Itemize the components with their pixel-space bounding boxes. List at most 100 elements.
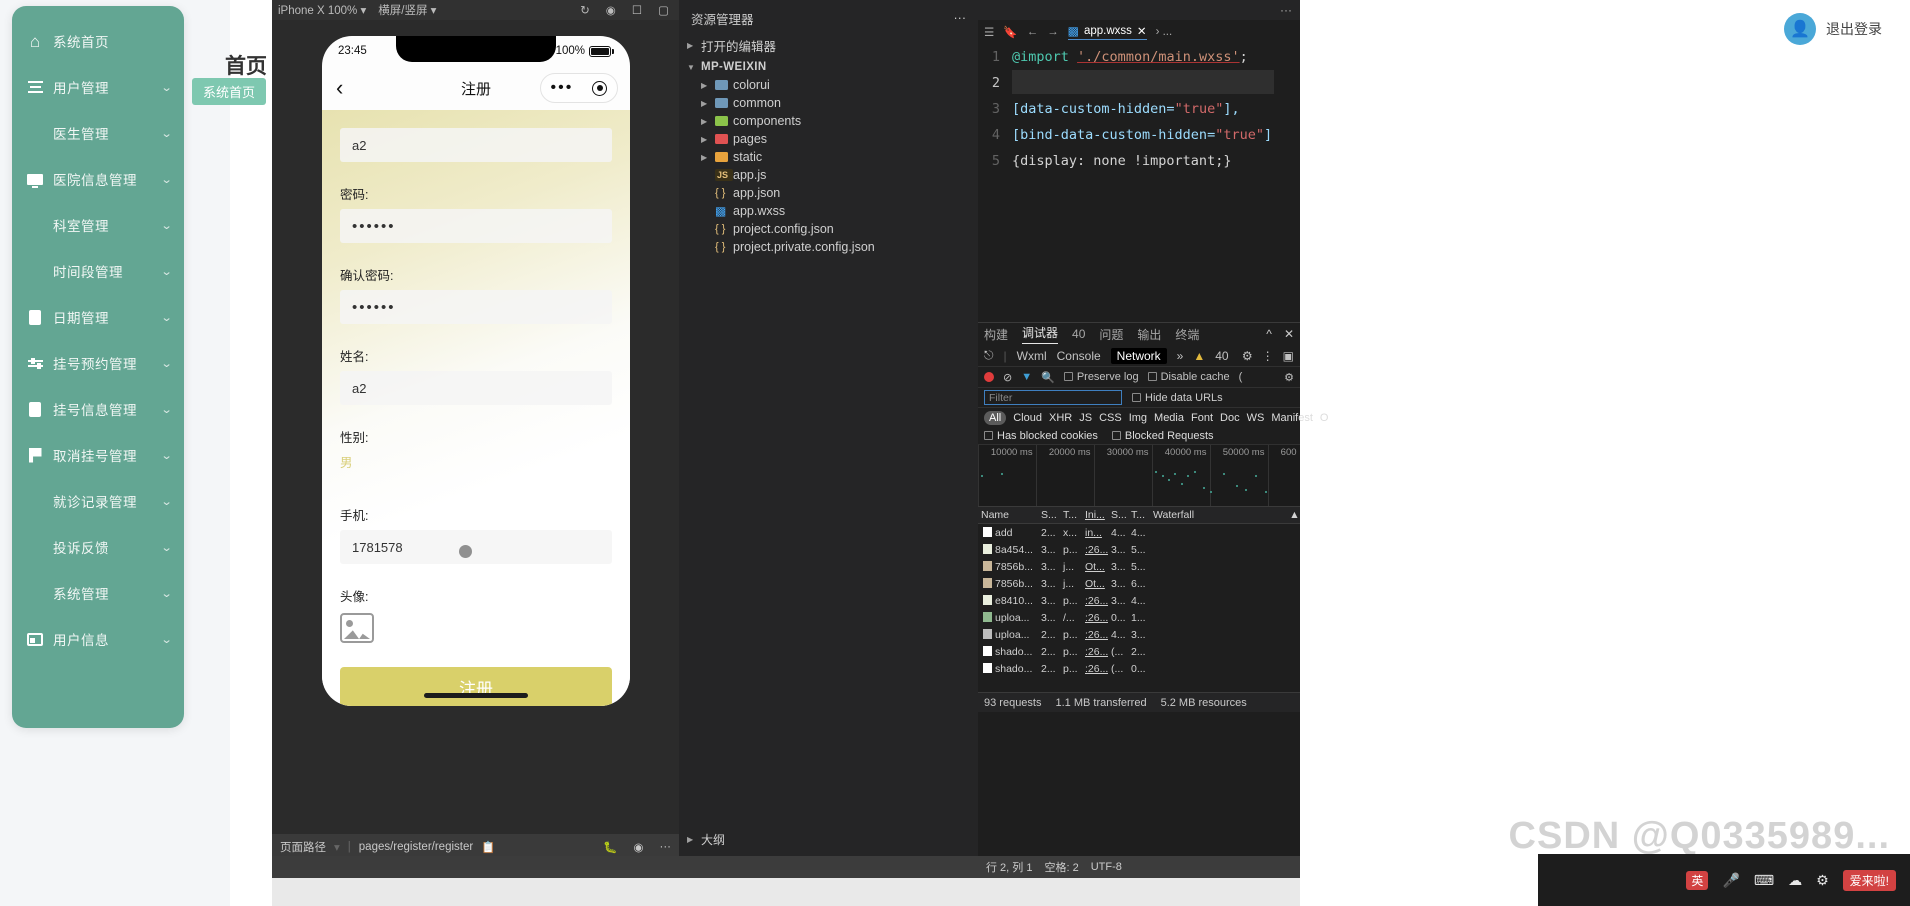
tab-network[interactable]: Network [1111,348,1167,364]
cell-initiator[interactable]: :26... [1082,595,1108,607]
table-row[interactable]: shado...2...p...:26...(...0... [978,660,1300,677]
sidebar-item-users[interactable]: 用户管理 ⌄ [12,64,184,110]
gear-icon[interactable]: ⚙ [1242,349,1253,363]
editor-encoding[interactable]: UTF-8 [1091,861,1122,873]
search-icon[interactable]: 🔍 [1041,371,1055,384]
gear-icon[interactable]: ⚙ [1284,371,1294,384]
preserve-log-checkbox[interactable]: Preserve log [1064,371,1139,383]
clock-icon[interactable]: ◉ [606,3,616,17]
close-icon[interactable]: ✕ [1137,24,1147,38]
forward-arrow-icon[interactable]: → [1047,26,1059,38]
table-row[interactable]: shado...2...p...:26...(...2... [978,643,1300,660]
device-selector[interactable]: iPhone X 100% ▾ [278,3,366,17]
column-type[interactable]: T... [1060,509,1082,521]
hide-data-urls-checkbox[interactable]: Hide data URLs [1132,392,1223,404]
editor-indentation[interactable]: 空格: 2 [1044,859,1078,875]
password-input[interactable]: •••••• [340,209,612,243]
editor-active-tab[interactable]: ▩ app.wxss ✕ [1068,24,1147,40]
more-dots-icon[interactable]: ••• [551,83,574,93]
file-row[interactable]: ▩ app.wxss [679,202,978,220]
kebab-icon[interactable]: ⋮ [1262,349,1274,363]
tabs-overflow-icon[interactable]: » [1177,349,1184,363]
image-placeholder-icon[interactable] [340,613,374,643]
username-input[interactable]: a2 [340,128,612,162]
file-row[interactable]: { } app.json [679,184,978,202]
type-filter-manifest[interactable]: Manifest [1271,412,1313,424]
type-filter-js[interactable]: JS [1079,412,1092,424]
column-status[interactable]: S... [1038,509,1060,521]
file-row[interactable]: { } project.private.config.json [679,238,978,256]
editor-cursor-position[interactable]: 行 2, 列 1 [986,859,1032,875]
column-time[interactable]: T... [1128,509,1150,521]
type-filter-all[interactable]: All [984,411,1006,425]
settings-icon[interactable]: ⚙ [1816,872,1829,889]
sidebar-item-appointments[interactable]: 挂号预约管理 ⌄ [12,340,184,386]
phone-input[interactable]: 1781578 [340,530,612,564]
page-path-label[interactable]: 页面路径 [280,839,326,855]
ellipsis-icon[interactable]: ··· [954,11,967,25]
refresh-icon[interactable]: ↻ [580,3,590,17]
table-row[interactable]: uploa...3.../...:26...0...1... [978,609,1300,626]
cell-initiator[interactable]: in... [1082,527,1108,539]
folder-row[interactable]: ▶ static [679,148,978,166]
sidebar-item-user-info[interactable]: 用户信息 ⌄ [12,616,184,662]
blocked-requests-checkbox[interactable]: Blocked Requests [1112,430,1214,442]
confirm-password-input[interactable]: •••••• [340,290,612,324]
more-icon[interactable]: ··· [660,841,672,853]
type-filter-other[interactable]: O [1320,412,1329,424]
folder-row[interactable]: ▶ colorui [679,76,978,94]
cloud-icon[interactable]: ☁ [1788,872,1802,889]
sidebar-item-complaints[interactable]: 投诉反馈 ⌄ [12,524,184,570]
throttle-select[interactable]: ( [1239,371,1243,383]
chevron-up-icon[interactable]: ^ [1266,327,1272,341]
filter-input[interactable]: Filter [984,390,1122,405]
close-icon[interactable]: ✕ [1284,327,1294,341]
type-filter-font[interactable]: Font [1191,412,1213,424]
mic-icon[interactable]: 🎤 [1722,872,1739,889]
table-row[interactable]: uploa...2...p...:26...4...3... [978,626,1300,643]
split-icon[interactable]: ☰ [984,25,994,39]
name-input[interactable]: a2 [340,371,612,405]
sidebar-item-system[interactable]: 系统管理 ⌄ [12,570,184,616]
column-waterfall[interactable]: Waterfall [1150,509,1286,521]
wechat-capsule[interactable]: ••• [540,73,618,103]
cell-initiator[interactable]: :26... [1082,612,1108,624]
breadcrumb-home[interactable]: 首页 [225,55,267,78]
network-overview-timeline[interactable]: 10000 ms 20000 ms 30000 ms 40000 ms 5000… [978,445,1300,507]
sidebar-item-dates[interactable]: 日期管理 ⌄ [12,294,184,340]
bookmark-icon[interactable]: 🔖 [1003,25,1017,39]
devtools-tab-problems[interactable]: 问题 [1099,326,1123,343]
disable-cache-checkbox[interactable]: Disable cache [1148,371,1230,383]
submit-button[interactable]: 注册 [340,667,612,706]
back-arrow-icon[interactable]: ← [1027,26,1039,38]
type-filter-xhr[interactable]: XHR [1049,412,1072,424]
cell-initiator[interactable]: Ot... [1082,578,1108,590]
clear-icon[interactable]: ⊘ [1003,371,1012,384]
sidebar-item-doctors[interactable]: 医生管理 ⌄ [12,110,184,156]
code-area[interactable]: 1 @import './common/main.wxss'; 2 3 [dat… [978,44,1300,330]
outline-section[interactable]: ▶ 大纲 [679,828,978,850]
tab-wxml[interactable]: Wxml [1017,349,1047,363]
dock-icon[interactable]: ▣ [1283,349,1294,363]
chevron-left-icon[interactable]: ‹ [336,75,343,101]
cell-initiator[interactable]: :26... [1082,629,1108,641]
sidebar-item-visit-records[interactable]: 就诊记录管理 ⌄ [12,478,184,524]
type-filter-doc[interactable]: Doc [1220,412,1240,424]
sidebar-item-cancel-registration[interactable]: 取消挂号管理 ⌄ [12,432,184,478]
folder-row[interactable]: ▶ components [679,112,978,130]
sidebar-item-time-slots[interactable]: 时间段管理 ⌄ [12,248,184,294]
devtools-tab-terminal[interactable]: 终端 [1175,326,1199,343]
type-filter-media[interactable]: Media [1154,412,1184,424]
table-row[interactable]: 7856b...3...j...Ot...3...6... [978,575,1300,592]
orientation-selector[interactable]: 横屏/竖屏 ▾ [378,2,436,18]
table-row[interactable]: 7856b...3...j...Ot...3...5... [978,558,1300,575]
network-table-body[interactable]: add2...x...in...4...4...8a454...3...p...… [978,524,1300,677]
bug-icon[interactable]: 🐛 [603,840,617,854]
table-row[interactable]: e8410...3...p...:26...3...4... [978,592,1300,609]
eye-icon[interactable]: ◉ [633,840,643,854]
tab-console[interactable]: Console [1057,349,1101,363]
column-name[interactable]: Name [978,509,1038,521]
cell-initiator[interactable]: :26... [1082,663,1108,675]
record-icon[interactable] [984,372,994,382]
sidebar-item-departments[interactable]: 科室管理 ⌄ [12,202,184,248]
